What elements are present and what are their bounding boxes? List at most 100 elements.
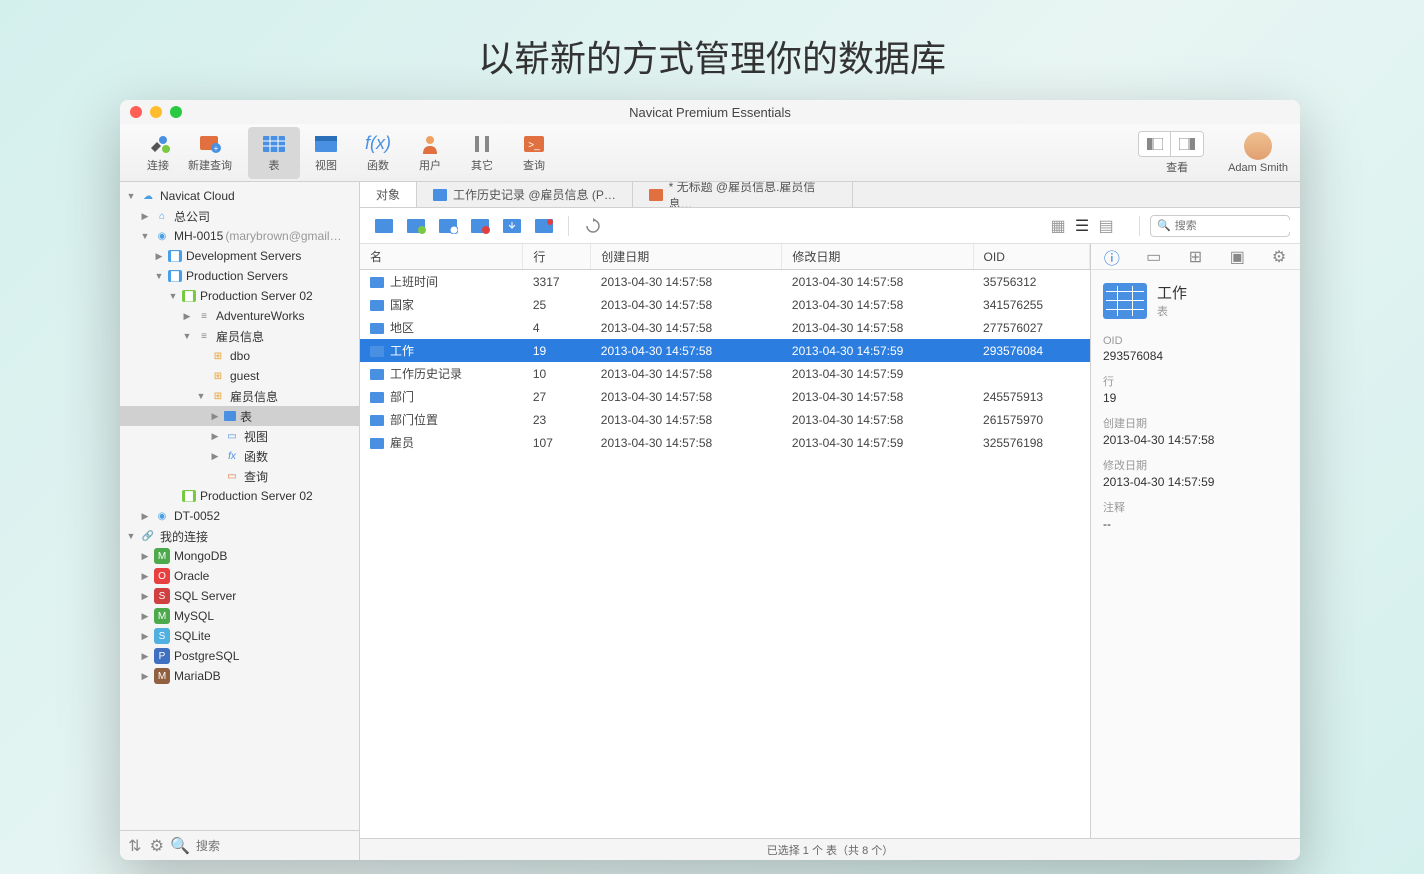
tree-item[interactable]: ▼◉MH-0015(marybrown@gmail… xyxy=(120,226,359,246)
mongo-icon: M xyxy=(154,548,170,564)
tree-item[interactable]: ▼⊞雇员信息 xyxy=(120,386,359,406)
search-input[interactable] xyxy=(1175,220,1300,232)
sqlite-icon: S xyxy=(154,628,170,644)
other-button[interactable]: 其它 xyxy=(456,127,508,179)
chevron-icon: ▼ xyxy=(196,391,206,401)
table-button[interactable]: 表 xyxy=(248,127,300,179)
tree-item[interactable]: ▶SSQL Server xyxy=(120,586,359,606)
tree-item[interactable]: ▶MMongoDB xyxy=(120,546,359,566)
table-row[interactable]: 工作192013-04-30 14:57:582013-04-30 14:57:… xyxy=(360,339,1090,362)
table-row[interactable]: 国家252013-04-30 14:57:582013-04-30 14:57:… xyxy=(360,293,1090,316)
table-icon xyxy=(370,323,384,334)
new-query-button[interactable]: + 新建查询 xyxy=(184,127,236,179)
table-icon xyxy=(260,133,288,155)
detail-view-icon[interactable]: ▤ xyxy=(1095,216,1117,236)
tree-item[interactable]: ▼≡雇员信息 xyxy=(120,326,359,346)
delete-table-button[interactable] xyxy=(466,214,494,238)
function-button[interactable]: f(x) 函数 xyxy=(352,127,404,179)
list-view-icon[interactable]: ☰ xyxy=(1071,216,1093,236)
tree-item[interactable]: ▇Production Server 02 xyxy=(120,486,359,506)
tree-item[interactable]: ⊞dbo xyxy=(120,346,359,366)
info-title: 工作 xyxy=(1157,282,1187,303)
tree-item[interactable]: ▶▇Development Servers xyxy=(120,246,359,266)
table-row[interactable]: 工作历史记录102013-04-30 14:57:582013-04-30 14… xyxy=(360,362,1090,385)
tree-item[interactable]: ▶fx函数 xyxy=(120,446,359,466)
info-ddl-tab[interactable]: ▭ xyxy=(1142,247,1166,267)
info-grid-tab[interactable]: ▣ xyxy=(1225,247,1249,267)
tree-item[interactable]: ⊞guest xyxy=(120,366,359,386)
info-general-tab[interactable]: ⓘ xyxy=(1100,247,1124,267)
schema-icon: ⊞ xyxy=(210,388,226,404)
chevron-icon: ▼ xyxy=(168,291,178,301)
sidebar-search-input[interactable] xyxy=(196,839,351,853)
chevron-icon: ▶ xyxy=(140,511,150,522)
tree-item[interactable]: ▶⌂总公司 xyxy=(120,206,359,226)
tab[interactable]: 工作历史记录 @雇员信息 (P… xyxy=(417,182,633,207)
tree-item[interactable]: ▶表 xyxy=(120,406,359,426)
tree-item[interactable]: ▼▇Production Servers xyxy=(120,266,359,286)
design-table-button[interactable] xyxy=(402,214,430,238)
column-header[interactable]: 修改日期 xyxy=(782,244,973,270)
folder-icon: ▇ xyxy=(168,270,182,282)
hero-title: 以崭新的方式管理你的数据库 xyxy=(0,0,1424,102)
view-button[interactable]: 视图 xyxy=(300,127,352,179)
grid-view-icon[interactable]: ▦ xyxy=(1047,216,1069,236)
open-table-button[interactable] xyxy=(370,214,398,238)
chevron-icon: ▶ xyxy=(140,611,150,622)
table-icon xyxy=(224,411,236,421)
column-header[interactable]: 创建日期 xyxy=(591,244,782,270)
refresh-button[interactable] xyxy=(579,214,607,238)
table-row[interactable]: 雇员1072013-04-30 14:57:582013-04-30 14:57… xyxy=(360,431,1090,454)
tree-item[interactable]: ▭查询 xyxy=(120,466,359,486)
view-left-button[interactable] xyxy=(1139,132,1171,156)
user-menu[interactable]: Adam Smith xyxy=(1228,132,1288,174)
pg-icon: P xyxy=(154,648,170,664)
view-right-button[interactable] xyxy=(1171,132,1203,156)
info-settings-tab[interactable]: ⚙ xyxy=(1267,247,1291,267)
tree-item[interactable]: ▶OOracle xyxy=(120,566,359,586)
tab[interactable]: * 无标题 @雇员信息.雇员信息… xyxy=(633,182,853,207)
user-button[interactable]: 用户 xyxy=(404,127,456,179)
tree-item[interactable]: ▶PPostgreSQL xyxy=(120,646,359,666)
table-row[interactable]: 部门位置232013-04-30 14:57:582013-04-30 14:5… xyxy=(360,408,1090,431)
table-row[interactable]: 上班时间33172013-04-30 14:57:582013-04-30 14… xyxy=(360,270,1090,294)
expand-icon[interactable]: ⇅ xyxy=(128,838,142,854)
tree-item[interactable]: ▶◉DT-0052 xyxy=(120,506,359,526)
info-field: OID293576084 xyxy=(1103,335,1288,363)
export-button[interactable] xyxy=(530,214,558,238)
tree-item[interactable]: ▶≡AdventureWorks xyxy=(120,306,359,326)
tree-item[interactable]: ▶MMariaDB xyxy=(120,666,359,686)
column-header[interactable]: OID xyxy=(973,244,1089,270)
new-query-icon: + xyxy=(196,133,224,155)
tree-item[interactable]: ▼☁Navicat Cloud xyxy=(120,186,359,206)
db-icon: ≡ xyxy=(196,328,212,344)
tree-item[interactable]: ▶MMySQL xyxy=(120,606,359,626)
plug-icon xyxy=(144,133,172,155)
query-button[interactable]: >_ 查询 xyxy=(508,127,560,179)
chevron-icon: ▶ xyxy=(210,411,220,422)
info-preview-tab[interactable]: ⊞ xyxy=(1183,247,1207,267)
settings-icon[interactable]: ⚙ xyxy=(150,838,164,854)
tree-item[interactable]: ▶SSQLite xyxy=(120,626,359,646)
table-row[interactable]: 部门272013-04-30 14:57:582013-04-30 14:57:… xyxy=(360,385,1090,408)
connection-button[interactable]: 连接 xyxy=(132,127,184,179)
column-header[interactable]: 行 xyxy=(523,244,591,270)
tree-item[interactable]: ▼🔗我的连接 xyxy=(120,526,359,546)
column-header[interactable]: 名 xyxy=(360,244,523,270)
info-field: 注释-- xyxy=(1103,499,1288,531)
svg-text:+: + xyxy=(214,144,219,153)
user-icon: ◉ xyxy=(154,228,170,244)
home-icon: ⌂ xyxy=(154,208,170,224)
server-icon: ▇ xyxy=(182,490,196,502)
import-button[interactable] xyxy=(498,214,526,238)
table-list: 名行创建日期修改日期OID 上班时间33172013-04-30 14:57:5… xyxy=(360,244,1090,838)
chevron-icon: ▶ xyxy=(154,251,164,262)
chevron-icon: ▶ xyxy=(210,431,220,442)
tree-item[interactable]: ▼▇Production Server 02 xyxy=(120,286,359,306)
tree-item[interactable]: ▶▭视图 xyxy=(120,426,359,446)
tab[interactable]: 对象 xyxy=(360,182,417,207)
info-field: 创建日期2013-04-30 14:57:58 xyxy=(1103,415,1288,447)
new-table-button[interactable] xyxy=(434,214,462,238)
fx-icon: fx xyxy=(224,448,240,464)
table-row[interactable]: 地区42013-04-30 14:57:582013-04-30 14:57:5… xyxy=(360,316,1090,339)
